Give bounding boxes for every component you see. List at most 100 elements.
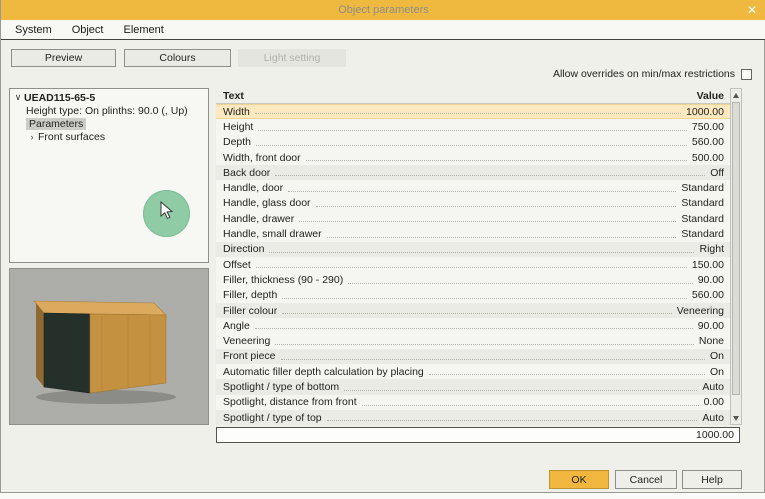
dialog-titlebar[interactable]: Object parameters ✕ — [1, 0, 765, 20]
table-row[interactable]: Height 750.00 — [216, 119, 730, 134]
table-row[interactable]: Handle, small drawerStandard — [216, 226, 730, 241]
param-name: Back door — [223, 167, 270, 179]
scrollbar-thumb[interactable] — [732, 102, 740, 395]
param-value: 90.00 — [698, 320, 724, 332]
cursor-highlight — [143, 190, 190, 237]
colours-button[interactable]: Colours — [124, 49, 231, 67]
param-value: Standard — [681, 182, 724, 194]
tree-item-root[interactable]: ∨ UEAD115-65-5 — [12, 91, 208, 104]
dotted-leader — [327, 420, 698, 421]
menu-bar: System Object Element — [1, 20, 765, 40]
value-input[interactable]: 1000.00 — [216, 427, 740, 443]
param-value: Standard — [681, 213, 724, 225]
scroll-up-icon[interactable] — [731, 89, 741, 101]
overrides-checkbox[interactable] — [741, 69, 752, 80]
param-name: Height — [223, 121, 253, 133]
table-row[interactable]: Spotlight / type of top Auto — [216, 410, 730, 425]
dotted-leader — [282, 313, 671, 314]
table-row[interactable]: Depth 560.00 — [216, 135, 730, 150]
table-row[interactable]: Angle90.00 — [216, 318, 730, 333]
param-value: Auto — [702, 412, 724, 424]
table-row[interactable]: Back door Off — [216, 165, 730, 180]
table-row[interactable]: Width, front door 500.00 — [216, 150, 730, 165]
param-value: 1000.00 — [686, 106, 724, 118]
param-name: Automatic filler depth calculation by pl… — [223, 366, 424, 378]
param-value: 560.00 — [692, 289, 724, 301]
param-name: Veneering — [223, 335, 270, 347]
dotted-leader — [255, 328, 693, 329]
param-name: Spotlight / type of bottom — [223, 381, 339, 393]
dotted-leader — [255, 113, 681, 114]
table-row[interactable]: Handle, glass doorStandard — [216, 196, 730, 211]
param-value: 750.00 — [692, 121, 724, 133]
dotted-leader — [306, 160, 687, 161]
dotted-leader — [288, 191, 676, 192]
param-name: Width, front door — [223, 152, 301, 164]
param-name: Spotlight / type of top — [223, 412, 322, 424]
param-value: 560.00 — [692, 136, 724, 148]
param-name: Depth — [223, 136, 251, 148]
preview-button[interactable]: Preview — [11, 49, 116, 67]
tree-item-front-surfaces[interactable]: › Front surfaces — [12, 130, 208, 143]
param-name: Handle, door — [223, 182, 283, 194]
menu-item-system[interactable]: System — [5, 24, 62, 36]
dotted-leader — [258, 130, 687, 131]
param-name: Width — [223, 106, 250, 118]
param-name: Handle, glass door — [223, 197, 311, 209]
tree-item-label-selected: Parameters — [26, 118, 86, 130]
menu-item-element[interactable]: Element — [113, 24, 173, 36]
dotted-leader — [316, 206, 677, 207]
dialog-title: Object parameters — [338, 4, 428, 16]
chevron-down-icon[interactable]: ∨ — [12, 92, 24, 103]
column-header-text[interactable]: Text — [223, 90, 697, 102]
param-value: Off — [710, 167, 724, 179]
mouse-cursor-icon — [159, 201, 175, 221]
dotted-leader — [429, 374, 705, 375]
table-row[interactable]: Filler, thickness (90 - 290)90.00 — [216, 272, 730, 287]
dotted-leader — [275, 175, 705, 176]
cancel-button[interactable]: Cancel — [615, 470, 677, 489]
param-value: 150.00 — [692, 259, 724, 271]
scroll-down-icon[interactable] — [731, 412, 741, 424]
overrides-row: Allow overrides on min/max restrictions — [553, 67, 752, 81]
tree-item-height-type[interactable]: Height type: On plinths: 90.0 (, Up) — [12, 104, 208, 117]
cabinet-3d-image — [10, 269, 208, 424]
help-button[interactable]: Help — [682, 470, 742, 489]
table-row[interactable]: Offset 150.00 — [216, 257, 730, 272]
dotted-leader — [362, 405, 699, 406]
param-value: Veneering — [677, 305, 724, 317]
table-row[interactable]: Front pieceOn — [216, 349, 730, 364]
table-row[interactable]: Filler, depth 560.00 — [216, 288, 730, 303]
tree-item-parameters[interactable]: Parameters — [12, 117, 208, 130]
tree-root-label: UEAD115-65-5 — [24, 92, 95, 104]
param-name: Front piece — [223, 350, 276, 362]
table-row[interactable]: DirectionRight — [216, 242, 730, 257]
menu-item-object[interactable]: Object — [62, 24, 114, 36]
light-setting-button: Light setting — [238, 49, 346, 67]
dotted-leader — [256, 267, 687, 268]
cabinet-preview-panel[interactable] — [9, 268, 209, 425]
table-row[interactable]: Width 1000.00 — [216, 104, 730, 119]
table-row[interactable]: VeneeringNone — [216, 333, 730, 348]
table-row[interactable]: Spotlight / type of bottomAuto — [216, 379, 730, 394]
table-row[interactable]: Automatic filler depth calculation by pl… — [216, 364, 730, 379]
param-name: Filler, depth — [223, 289, 277, 301]
dotted-leader — [299, 221, 676, 222]
param-name: Filler, thickness (90 - 290) — [223, 274, 343, 286]
param-name: Offset — [223, 259, 251, 271]
chevron-right-icon[interactable]: › — [26, 132, 38, 142]
column-header-value[interactable]: Value — [697, 90, 724, 102]
param-value: 500.00 — [692, 152, 724, 164]
table-row[interactable]: Spotlight, distance from front0.00 — [216, 395, 730, 410]
param-name: Spotlight, distance from front — [223, 396, 357, 408]
table-row[interactable]: Handle, drawerStandard — [216, 211, 730, 226]
param-name: Direction — [223, 243, 264, 255]
table-scrollbar[interactable] — [730, 88, 742, 425]
table-row[interactable]: Handle, door Standard — [216, 180, 730, 195]
table-row[interactable]: Filler colourVeneering — [216, 303, 730, 318]
object-tree-panel: ∨ UEAD115-65-5 Height type: On plinths: … — [9, 88, 209, 263]
tree-item-label: Front surfaces — [38, 131, 105, 143]
close-icon[interactable]: ✕ — [747, 2, 757, 18]
dotted-leader — [327, 237, 677, 238]
ok-button[interactable]: OK — [549, 470, 609, 489]
